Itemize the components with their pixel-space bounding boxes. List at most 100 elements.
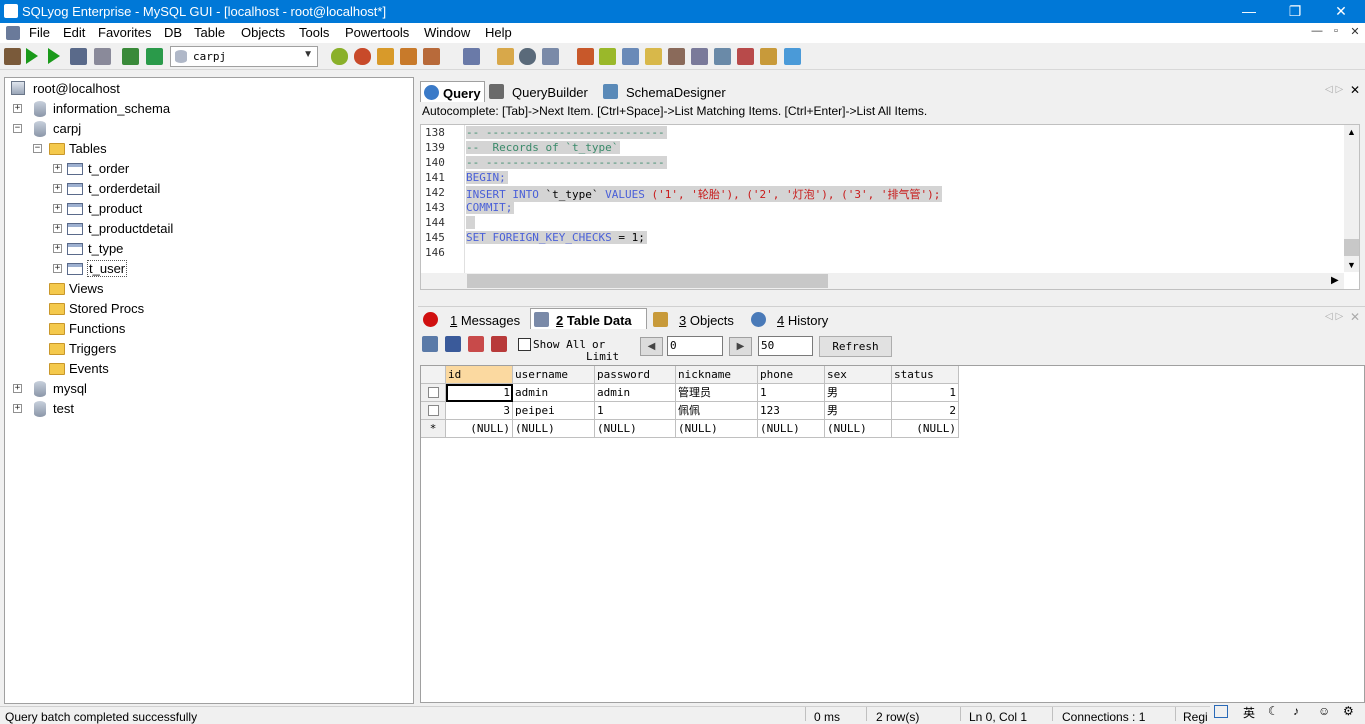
menu-file[interactable]: File (29, 25, 50, 40)
expand-icon[interactable]: + (53, 244, 62, 253)
row-checkbox[interactable] (421, 402, 446, 420)
tree-item-triggers[interactable]: Triggers (29, 339, 389, 359)
query-profiler-icon[interactable] (784, 48, 801, 65)
pen-icon[interactable] (1214, 705, 1228, 718)
import-icon[interactable] (577, 48, 594, 65)
menu-window[interactable]: Window (424, 25, 470, 40)
moon-icon[interactable]: ☾ (1268, 704, 1279, 718)
notification-icon[interactable] (760, 48, 777, 65)
table-data-grid[interactable]: id username password nickname phone sex … (420, 365, 1365, 703)
offset-input[interactable]: 0 (667, 336, 723, 356)
menu-powertools[interactable]: Powertools (345, 25, 409, 40)
ime-language-icon[interactable]: 英 (1243, 704, 1255, 721)
tab-history[interactable]: 4 History (748, 309, 838, 330)
table-cell[interactable]: 男 (825, 384, 892, 402)
menu-favorites[interactable]: Favorites (98, 25, 151, 40)
table-cell[interactable]: (NULL) (513, 420, 595, 438)
menu-tools[interactable]: Tools (299, 25, 329, 40)
tree-item-events[interactable]: Events (29, 359, 389, 379)
scroll-down-icon[interactable]: ▼ (1347, 260, 1356, 270)
editor-vertical-scrollbar[interactable]: ▲ ▼ (1344, 125, 1359, 272)
scroll-right-icon[interactable]: ▶ (1331, 275, 1339, 286)
schema-sync-icon[interactable] (542, 48, 559, 65)
menu-edit[interactable]: Edit (63, 25, 85, 40)
tree-item-stored-procs[interactable]: Stored Procs (29, 299, 389, 319)
reload-icon[interactable] (146, 48, 163, 65)
sql-editor[interactable]: 138 139 140 141 142 143 144 145 146 -- -… (420, 124, 1360, 290)
menu-help[interactable]: Help (485, 25, 512, 40)
next-page-button[interactable]: ▶ (729, 337, 752, 356)
create-database-icon[interactable] (331, 48, 348, 65)
data-sync-icon[interactable] (714, 48, 731, 65)
table-cell[interactable]: (NULL) (446, 420, 513, 438)
mdi-close-button[interactable]: ✕ (1346, 25, 1364, 38)
table-cell[interactable]: admin (595, 384, 676, 402)
create-table-icon[interactable] (377, 48, 394, 65)
export-icon[interactable] (599, 48, 616, 65)
document-icon[interactable] (6, 26, 20, 40)
tree-root[interactable]: root@localhost (9, 79, 389, 99)
expand-icon[interactable]: + (13, 404, 22, 413)
column-header-id[interactable]: id (446, 366, 513, 384)
tree-item-t-user[interactable]: + t_user (49, 259, 389, 279)
tree-item-views[interactable]: Views (29, 279, 389, 299)
connect-icon[interactable] (4, 48, 21, 65)
table-cell[interactable]: 管理员 (676, 384, 758, 402)
horizontal-scroll-thumb[interactable] (467, 274, 828, 288)
column-header-sex[interactable]: sex (825, 366, 892, 384)
mdi-restore-button[interactable]: ▫ (1327, 25, 1345, 37)
tree-item-t-product[interactable]: + t_product (49, 199, 389, 219)
tab-objects[interactable]: 3 Objects (650, 309, 740, 330)
tab-query[interactable]: Query (420, 81, 485, 102)
save-icon[interactable] (445, 336, 461, 352)
alter-database-icon[interactable] (354, 48, 371, 65)
table-cell[interactable]: 1 (892, 384, 959, 402)
table-cell[interactable]: (NULL) (595, 420, 676, 438)
clean-icon[interactable] (497, 48, 514, 65)
expand-icon[interactable]: + (53, 264, 62, 273)
table-cell[interactable]: 1 (595, 402, 676, 420)
tree-item-t-order[interactable]: + t_order (49, 159, 389, 179)
table-cell[interactable]: 佩佩 (676, 402, 758, 420)
tab-scroll-arrows[interactable]: ◁ ▷ (1325, 311, 1343, 322)
alter-table-icon[interactable] (400, 48, 417, 65)
tree-item-mysql[interactable]: + mysql (9, 379, 389, 399)
table-cell[interactable]: peipei (513, 402, 595, 420)
delete-row-icon[interactable] (468, 336, 484, 352)
sound-icon[interactable]: ♪ (1293, 704, 1299, 718)
expand-icon[interactable]: + (53, 164, 62, 173)
table-cell[interactable]: (NULL) (758, 420, 825, 438)
tree-item-information-schema[interactable]: + information_schema (9, 99, 389, 119)
close-tab-icon[interactable]: ✕ (1350, 83, 1360, 97)
previous-page-button[interactable]: ◀ (640, 337, 663, 356)
mdi-minimize-button[interactable]: — (1308, 25, 1326, 37)
tab-querybuilder[interactable]: QueryBuilder (486, 81, 596, 102)
expand-icon[interactable]: + (13, 384, 22, 393)
column-header-nickname[interactable]: nickname (676, 366, 758, 384)
database-selector[interactable]: carpj ▼ (170, 46, 318, 67)
tree-item-t-type[interactable]: + t_type (49, 239, 389, 259)
manage-indexes-icon[interactable] (423, 48, 440, 65)
scroll-thumb[interactable] (1344, 239, 1359, 256)
tree-item-t-orderdetail[interactable]: + t_orderdetail (49, 179, 389, 199)
table-cell[interactable]: (NULL) (892, 420, 959, 438)
column-header-password[interactable]: password (595, 366, 676, 384)
tree-item-carpj[interactable]: − carpj (9, 119, 389, 139)
column-header-username[interactable]: username (513, 366, 595, 384)
expand-icon[interactable]: + (53, 204, 62, 213)
search-icon[interactable] (519, 48, 536, 65)
scroll-up-icon[interactable]: ▲ (1347, 127, 1356, 137)
refresh-button[interactable]: Refresh (819, 336, 892, 357)
table-cell[interactable]: 123 (758, 402, 825, 420)
tab-messages[interactable]: 1 Messages (420, 309, 525, 330)
insert-row-icon[interactable] (422, 336, 438, 352)
tab-scroll-arrows[interactable]: ◁ ▷ (1325, 84, 1343, 95)
tree-item-t-productdetail[interactable]: + t_productdetail (49, 219, 389, 239)
tab-table-data[interactable]: 2 Table Data (530, 308, 647, 329)
collapse-icon[interactable]: − (13, 124, 22, 133)
menu-table[interactable]: Table (194, 25, 225, 40)
expand-icon[interactable]: + (13, 104, 22, 113)
user-manager-icon[interactable] (463, 48, 480, 65)
structure-sync-icon[interactable] (691, 48, 708, 65)
tree-item-tables[interactable]: − Tables (29, 139, 389, 159)
